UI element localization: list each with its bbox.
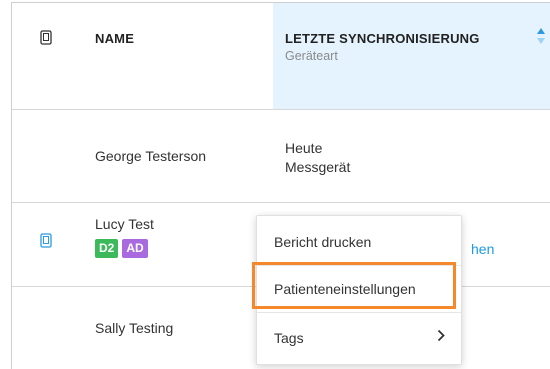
patient-name[interactable]: George Testerson [95,148,206,164]
row-link[interactable]: hen [471,241,494,257]
table-header: NAME LETZTE SYNCHRONISIERUNG Geräteart [12,3,550,110]
menu-item-label: Bericht drucken [274,234,372,250]
sort-icon[interactable] [536,27,546,50]
menu-item-label: Patienteneinstellungen [274,281,416,297]
menu-item-label: Tags [274,330,304,346]
last-sync-cell: Heute Messgerät [285,139,350,177]
chevron-right-icon [437,329,445,342]
tag-list: D2 AD [95,239,148,258]
column-header-name[interactable]: NAME [95,31,134,46]
context-menu: Bericht drucken Patienteneinstellungen T… [256,215,462,365]
patient-name[interactable]: Sally Testing [95,320,173,336]
menu-item-tags[interactable]: Tags [257,315,461,361]
menu-item-print-report[interactable]: Bericht drucken [257,219,461,266]
column-subheader-device-type: Geräteart [285,49,338,63]
menu-item-patient-settings[interactable]: Patienteneinstellungen [257,266,461,313]
sync-device-type: Messgerät [285,159,351,175]
tag-badge: D2 [95,239,119,258]
tag-badge: AD [122,239,148,258]
sync-date: Heute [285,140,323,156]
device-icon [40,233,52,253]
table-row[interactable]: George Testerson Heute Messgerät [12,110,550,203]
patient-name[interactable]: Lucy Test [95,216,154,232]
column-header-last-sync[interactable]: LETZTE SYNCHRONISIERUNG [285,31,480,46]
device-icon [40,30,52,50]
